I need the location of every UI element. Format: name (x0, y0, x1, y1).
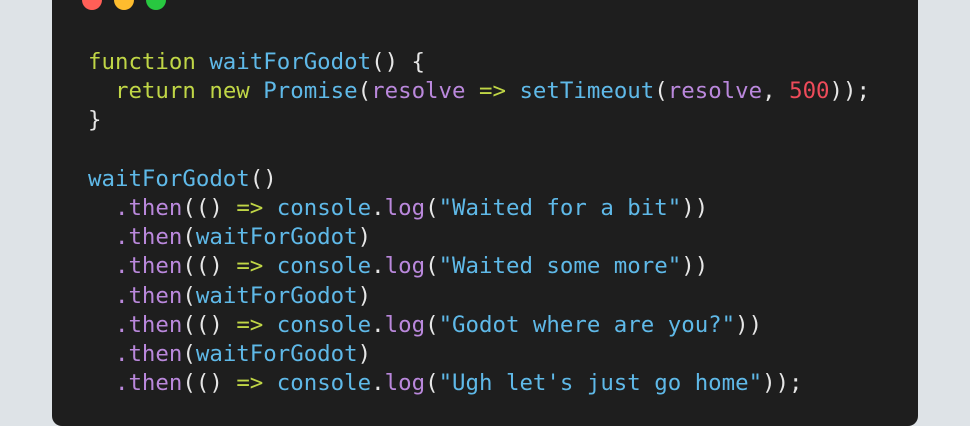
object-name: console (276, 370, 372, 397)
code-block: function waitForGodot() { return new Pro… (88, 48, 870, 398)
method-name: .then (114, 282, 183, 309)
punctuation: ( (654, 78, 668, 105)
punctuation: )) (681, 194, 709, 221)
code-window: function waitForGodot() { return new Pro… (52, 0, 918, 426)
punctuation: , (762, 78, 790, 105)
punctuation: ) (209, 194, 237, 221)
punctuation: ) (209, 370, 237, 397)
punctuation: )) (681, 253, 709, 280)
string-literal: "Waited for a bit" (438, 194, 682, 221)
punctuation: (( (182, 311, 210, 338)
punctuation: . (371, 370, 385, 397)
code-line-7: .then(waitForGodot) (88, 223, 870, 252)
punctuation: . (371, 194, 385, 221)
punctuation: ( (182, 224, 196, 251)
function-name: waitForGodot (195, 340, 358, 367)
string-literal: "Godot where are you?" (438, 311, 736, 338)
method-name: .then (114, 370, 183, 397)
punctuation: )) (735, 311, 763, 338)
punctuation: ) (209, 311, 237, 338)
method-name: .then (114, 340, 183, 367)
punctuation: ( (357, 78, 372, 105)
code-line-6: .then(() => console.log("Waited for a bi… (88, 194, 870, 223)
class-name: Promise (263, 78, 358, 105)
code-line-5: waitForGodot() (88, 165, 870, 194)
method-name: log (384, 311, 426, 338)
punctuation: ( (425, 194, 439, 221)
punctuation: () (249, 165, 277, 192)
method-name: .then (114, 194, 183, 221)
punctuation: } (88, 107, 102, 134)
arrow-operator: => (236, 311, 264, 338)
punctuation: ) (357, 224, 372, 251)
string-literal: "Ugh let's just go home" (438, 370, 763, 397)
arrow-operator: => (479, 78, 506, 105)
code-line-3: } (88, 106, 870, 135)
code-line-12: .then(() => console.log("Ugh let's just … (88, 369, 870, 398)
keyword-return: return (114, 78, 196, 105)
keyword-function: function (88, 49, 196, 75)
punctuation: ( (182, 282, 196, 309)
code-line-9: .then(waitForGodot) (88, 282, 870, 311)
punctuation: ) (357, 340, 372, 367)
function-name: waitForGodot (209, 49, 372, 75)
punctuation: (( (182, 194, 210, 221)
number-literal: 500 (789, 78, 830, 105)
code-line-11: .then(waitForGodot) (88, 340, 870, 369)
code-line-8: .then(() => console.log("Waited some mor… (88, 252, 870, 281)
punctuation: )); (762, 370, 803, 397)
object-name: console (276, 194, 372, 221)
method-name: .then (114, 311, 183, 338)
function-name: setTimeout (519, 78, 655, 105)
parameter: resolve (371, 78, 466, 105)
object-name: console (276, 253, 372, 280)
code-line-2: return new Promise(resolve => setTimeout… (88, 77, 870, 106)
code-line-1: function waitForGodot() { (88, 48, 870, 77)
punctuation: (( (182, 370, 210, 397)
punctuation: () { (371, 49, 426, 75)
minimize-dot-icon[interactable] (114, 0, 134, 10)
method-name: log (384, 194, 426, 221)
punctuation: . (371, 253, 385, 280)
method-name: .then (114, 224, 183, 251)
string-literal: "Waited some more" (438, 253, 682, 280)
window-controls (82, 0, 166, 10)
method-name: log (384, 253, 426, 280)
arrow-operator: => (236, 253, 264, 280)
arrow-operator: => (236, 370, 264, 397)
punctuation: ) (209, 253, 237, 280)
punctuation: ( (425, 370, 439, 397)
punctuation: ) (357, 282, 372, 309)
punctuation: ( (182, 340, 196, 367)
close-dot-icon[interactable] (82, 0, 102, 10)
keyword-new: new (209, 78, 250, 105)
maximize-dot-icon[interactable] (146, 0, 166, 10)
punctuation: ( (425, 253, 439, 280)
method-name: .then (114, 253, 183, 280)
punctuation: ( (425, 311, 439, 338)
arrow-operator: => (236, 194, 264, 221)
punctuation: . (371, 311, 385, 338)
function-name: waitForGodot (195, 224, 358, 251)
code-line-10: .then(() => console.log("Godot where are… (88, 311, 870, 340)
object-name: console (276, 311, 372, 338)
punctuation: )); (829, 78, 870, 105)
punctuation: (( (182, 253, 210, 280)
function-name: waitForGodot (195, 282, 358, 309)
parameter: resolve (667, 78, 763, 105)
function-name: waitForGodot (88, 165, 250, 192)
method-name: log (384, 370, 426, 397)
